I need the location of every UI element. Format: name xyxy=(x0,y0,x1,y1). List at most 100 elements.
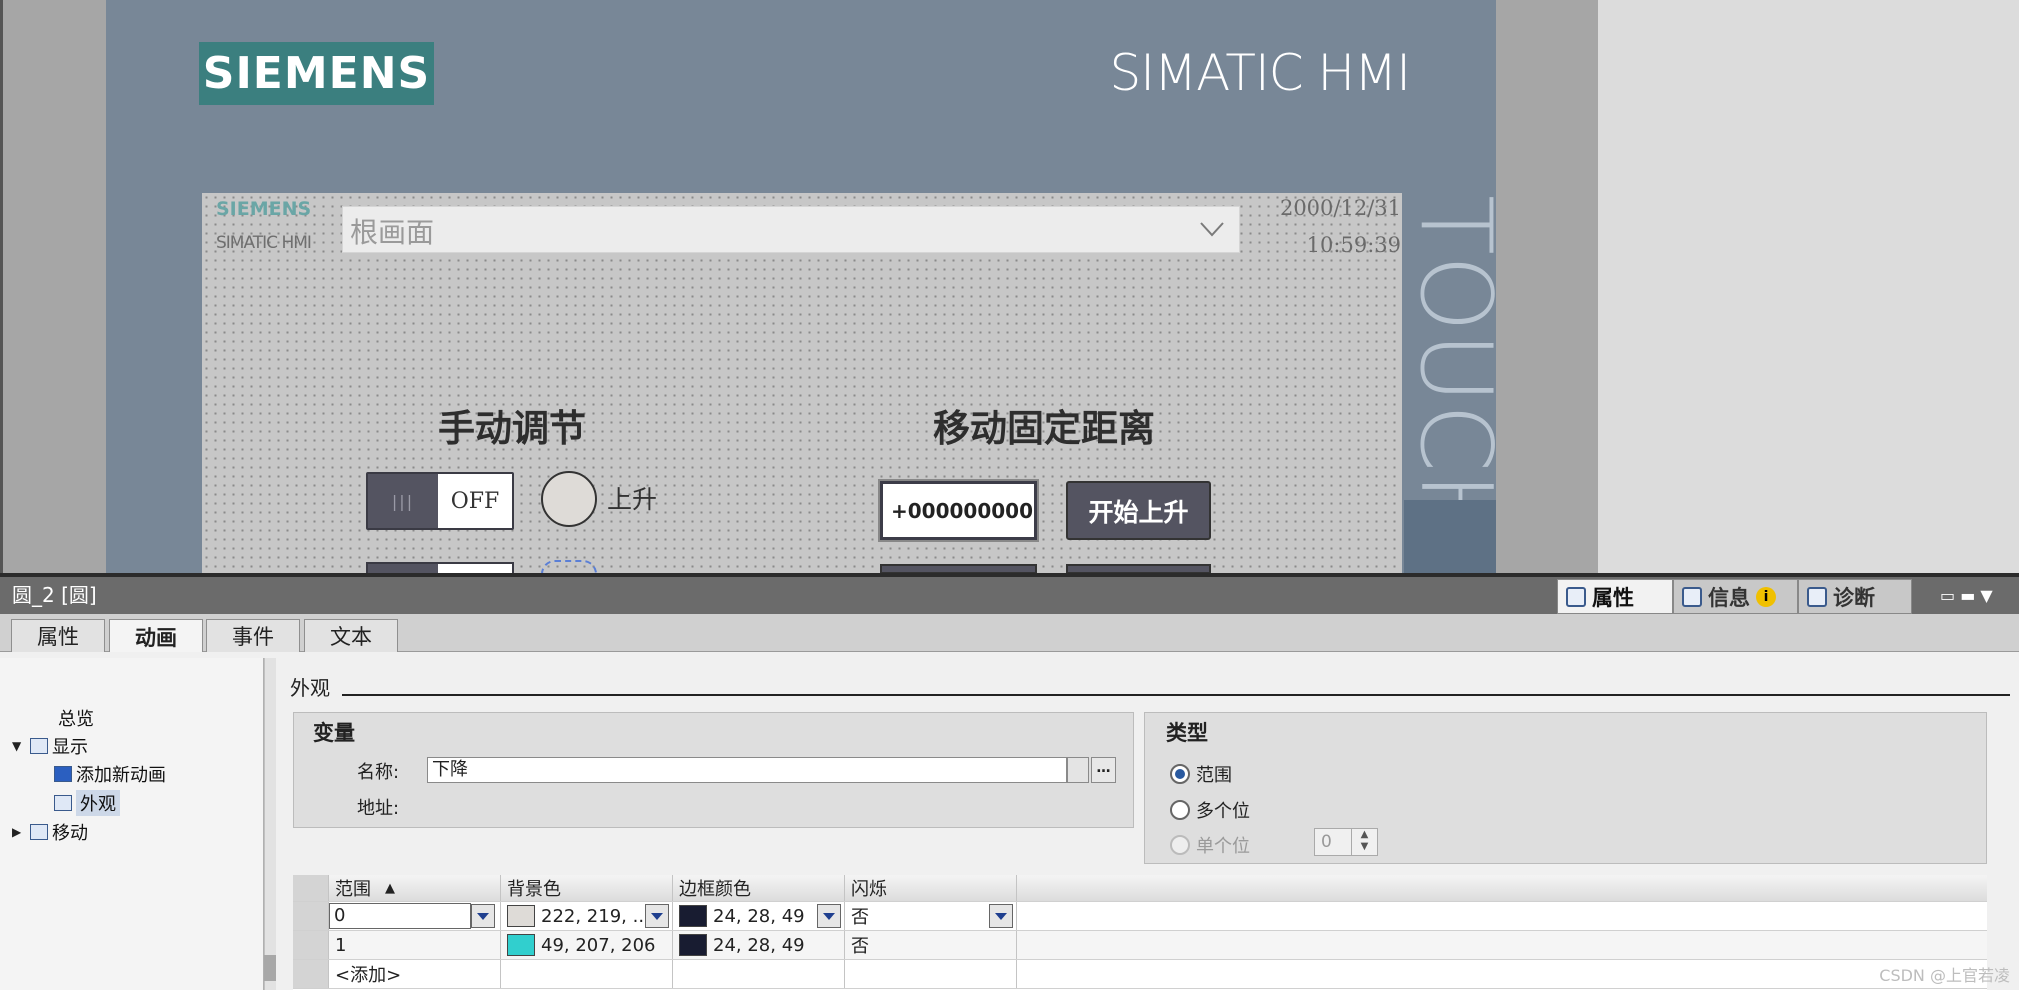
bg-color-value: 49, 207, 206 xyxy=(541,934,656,956)
nav-item-overview[interactable]: 总览 xyxy=(58,704,94,732)
up-indicator-circle[interactable] xyxy=(541,471,597,527)
subtab-properties[interactable]: 属性 xyxy=(11,619,105,652)
subtab-texts[interactable]: 文本 xyxy=(304,619,398,652)
radio-range[interactable]: 范围 xyxy=(1170,760,1232,788)
window-controls[interactable]: ▭ ▬ ▼ xyxy=(1940,583,2015,607)
subtab-animations[interactable]: 动画 xyxy=(109,619,203,653)
nav-scrollbar-thumb[interactable] xyxy=(264,955,276,981)
toggle-state-label: OFF xyxy=(450,488,500,514)
nav-item-movement[interactable]: ▶ 移动 xyxy=(12,818,88,846)
blink-cell[interactable]: 否 xyxy=(845,902,1017,930)
tab-diagnostics[interactable]: 诊断 xyxy=(1798,579,1912,614)
radio-checked-icon[interactable] xyxy=(1170,764,1190,784)
radio-label: 单个位 xyxy=(1196,836,1250,857)
touch-bar xyxy=(1404,500,1496,573)
row-selector[interactable] xyxy=(293,931,329,959)
border-color-cell[interactable]: 24, 28, 49 xyxy=(673,931,845,959)
bg-color-cell[interactable]: 222, 219, ... xyxy=(501,902,673,930)
section-divider xyxy=(342,694,2010,696)
chevron-right-icon[interactable]: ▶ xyxy=(12,825,26,839)
row-selector[interactable] xyxy=(293,960,329,988)
border-color-value: 24, 28, 49 xyxy=(713,934,805,956)
up-label: 上升 xyxy=(607,485,658,514)
table-add-row[interactable]: <添加> xyxy=(293,960,1987,989)
nav-item-label: 添加新动画 xyxy=(76,765,166,786)
subtab-events[interactable]: 事件 xyxy=(206,619,300,652)
tab-properties[interactable]: 属性 xyxy=(1557,579,1673,614)
down-indicator-circle-selected[interactable] xyxy=(541,560,597,574)
nav-scrollbar[interactable] xyxy=(264,658,276,990)
name-label: 名称: xyxy=(357,762,400,783)
border-color-swatch xyxy=(679,934,707,956)
tab-diagnostics-label: 诊断 xyxy=(1833,585,1875,610)
add-row-cell[interactable]: <添加> xyxy=(329,960,501,988)
border-color-swatch xyxy=(679,905,707,927)
display-icon xyxy=(30,738,48,754)
toggle-knob: ||| xyxy=(368,474,438,528)
column-header-label: 范围 xyxy=(335,879,371,900)
product-title: SIMATIC HMI xyxy=(1109,44,1411,102)
table-row[interactable]: 1 49, 207, 206 24, 28, 49 否 xyxy=(293,931,1987,960)
tag-list-icon[interactable] xyxy=(1067,757,1089,783)
blink-dropdown-icon[interactable] xyxy=(989,904,1013,928)
movement-icon xyxy=(30,824,48,840)
tab-properties-label: 属性 xyxy=(1592,585,1634,610)
screen-time: 10:59:39 xyxy=(1306,233,1401,257)
column-header-border-color[interactable]: 边框颜色 xyxy=(673,875,845,901)
bg-color-value: 222, 219, ... xyxy=(541,905,650,927)
tab-info[interactable]: 信息 i xyxy=(1673,579,1798,614)
column-header-bg-color[interactable]: 背景色 xyxy=(501,875,673,901)
range-input[interactable]: 0 xyxy=(329,903,471,929)
blink-value: 否 xyxy=(851,907,869,928)
radio-single-bit: 单个位 xyxy=(1170,831,1250,859)
appearance-icon xyxy=(54,795,72,811)
up-toggle-switch[interactable]: ||| OFF xyxy=(366,472,514,530)
screen-date: 2000/12/31 xyxy=(1279,196,1401,220)
distance-io-field[interactable]: +000000000. xyxy=(878,479,1039,542)
chevron-down-icon[interactable]: ▼ xyxy=(12,739,26,753)
move-distance-title: 移动固定距离 xyxy=(933,406,1155,450)
radio-disabled-icon xyxy=(1170,835,1190,855)
screen-siemens-logo: SIEMENS xyxy=(216,198,312,220)
nav-item-label: 移动 xyxy=(52,823,88,844)
nav-item-appearance[interactable]: 外观 xyxy=(54,789,120,817)
inspector-object-title: 圆_2 [圆] xyxy=(12,583,97,607)
panel-left-frame xyxy=(3,0,106,573)
column-header-blink[interactable]: 闪烁 xyxy=(845,875,1017,901)
info-icon xyxy=(1682,586,1702,607)
range-cell[interactable]: 1 xyxy=(329,931,501,959)
section-title: 外观 xyxy=(290,676,330,700)
tab-info-label: 信息 xyxy=(1708,585,1750,610)
row-header-corner xyxy=(293,875,329,901)
table-row[interactable]: 0 222, 219, ... 24, 28, 49 否 xyxy=(293,902,1987,931)
column-header-range[interactable]: 范围 ▲ xyxy=(329,875,501,901)
start-up-button[interactable]: 开始上升 xyxy=(1066,481,1211,540)
variable-group-title: 变量 xyxy=(313,721,355,745)
range-cell[interactable]: 0 xyxy=(329,902,501,930)
empty-cell xyxy=(673,960,845,988)
screen-subtitle: SIMATIC HMI xyxy=(216,233,312,253)
watermark: CSDN @上官若凌 xyxy=(1879,966,2010,985)
border-color-dropdown-icon[interactable] xyxy=(817,904,841,928)
blink-cell[interactable]: 否 xyxy=(845,931,1017,959)
bg-color-swatch xyxy=(507,905,535,927)
add-animation-icon xyxy=(54,766,72,782)
bg-color-cell[interactable]: 49, 207, 206 xyxy=(501,931,673,959)
radio-multiple-bits[interactable]: 多个位 xyxy=(1170,796,1250,824)
table-header: 范围 ▲ 背景色 边框颜色 闪烁 xyxy=(293,875,1987,902)
radio-label: 多个位 xyxy=(1196,801,1250,822)
range-dropdown-icon[interactable] xyxy=(471,904,495,928)
radio-unchecked-icon[interactable] xyxy=(1170,800,1190,820)
nav-item-add-animation[interactable]: 添加新动画 xyxy=(54,760,166,788)
type-group-title: 类型 xyxy=(1166,721,1208,745)
nav-item-display[interactable]: ▼ 显示 xyxy=(12,732,88,760)
empty-cell xyxy=(845,960,1017,988)
chevron-down-icon[interactable] xyxy=(1198,216,1226,242)
address-label: 地址: xyxy=(357,798,400,819)
browse-button[interactable]: … xyxy=(1091,757,1116,783)
bg-color-dropdown-icon[interactable] xyxy=(645,904,669,928)
info-badge-icon: i xyxy=(1756,586,1776,607)
tag-name-input[interactable]: 下降 xyxy=(427,757,1067,783)
row-selector[interactable] xyxy=(293,902,329,930)
border-color-cell[interactable]: 24, 28, 49 xyxy=(673,902,845,930)
